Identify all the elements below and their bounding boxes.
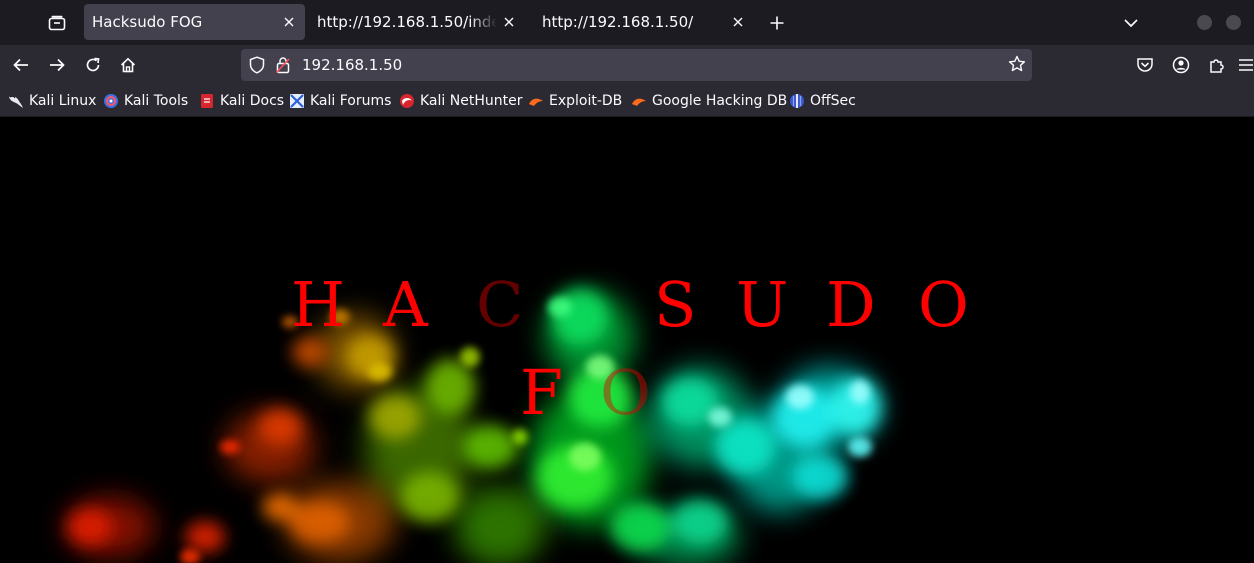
tab-close-button[interactable] (279, 12, 299, 32)
headline-letter: C (476, 268, 524, 341)
reload-button[interactable] (79, 51, 107, 79)
bookmark-label: Exploit-DB (549, 93, 623, 109)
bookmark-kali-linux[interactable]: Kali Linux (8, 91, 96, 111)
tab-close-button[interactable] (499, 12, 519, 32)
shield-icon (249, 56, 265, 74)
account-icon (1172, 56, 1190, 74)
bookmark-label: Kali Linux (29, 93, 97, 109)
firefox-view-button[interactable] (44, 10, 70, 36)
bookmarks-toolbar: Kali Linux Kali Tools Kali Docs Kali For… (0, 86, 1254, 117)
site-info-button[interactable] (276, 56, 290, 74)
list-all-tabs-button[interactable] (1118, 10, 1144, 36)
bookmark-kali-tools[interactable]: Kali Tools (103, 91, 188, 111)
hamburger-menu-icon (1239, 59, 1253, 71)
kali-docs-icon (201, 94, 213, 108)
firefox-view-icon (48, 15, 66, 31)
ghdb-icon (632, 98, 646, 106)
star-icon (1008, 55, 1026, 72)
bookmark-google-hacking-db[interactable]: Google Hacking DB (631, 91, 787, 111)
close-window-button[interactable] (1226, 15, 1241, 30)
home-button[interactable] (114, 51, 142, 79)
tab-title: http://192.168.1.50/ (542, 13, 694, 31)
exploit-db-icon (529, 98, 543, 106)
kali-tools-icon (104, 94, 118, 108)
tab-hacksudo-fog[interactable]: Hacksudo FOG (84, 4, 305, 40)
forward-button[interactable] (43, 51, 71, 79)
bookmark-kali-docs[interactable]: Kali Docs (199, 91, 284, 111)
plus-icon (770, 16, 784, 30)
account-button[interactable] (1167, 51, 1195, 79)
address-bar[interactable]: 192.168.1.50 (241, 49, 1032, 81)
tab-close-button[interactable] (728, 12, 748, 32)
tab-strip: Hacksudo FOG http://192.168.1.50/index1.… (0, 0, 1254, 45)
headline-letter: A (383, 268, 428, 341)
tracking-protection-button[interactable] (249, 56, 265, 74)
url-text: 192.168.1.50 (302, 56, 403, 74)
pocket-button[interactable] (1131, 51, 1159, 79)
headline-letter: F (520, 356, 564, 429)
bookmark-label: OffSec (810, 93, 856, 109)
headline-letter: O (918, 268, 969, 341)
insecure-lock-icon (276, 57, 290, 74)
tab-root[interactable]: http://192.168.1.50/ (534, 4, 754, 40)
headline-letter: D (826, 268, 876, 341)
offsec-icon (790, 94, 804, 108)
extensions-button[interactable] (1203, 51, 1231, 79)
kali-dragon-icon (9, 95, 23, 108)
arrow-left-icon (13, 58, 28, 72)
headline-letter: H (291, 268, 346, 341)
pocket-icon (1137, 58, 1153, 72)
kali-forums-icon (290, 94, 304, 108)
bookmark-label: Google Hacking DB (652, 93, 788, 109)
page-content: H A C K S U D O F O G (0, 117, 1254, 563)
minimize-button[interactable] (1197, 15, 1212, 30)
headline-letter: O (600, 356, 651, 429)
bookmark-label: Kali Docs (220, 93, 285, 109)
bookmark-offsec[interactable]: OffSec (789, 91, 856, 111)
back-button[interactable] (7, 51, 35, 79)
close-icon (504, 17, 514, 27)
tab-title: Hacksudo FOG (92, 13, 203, 31)
tab-title: http://192.168.1.50/index1.html (317, 13, 497, 31)
puzzle-icon (1210, 59, 1224, 73)
bookmark-label: Kali NetHunter (420, 93, 523, 109)
bookmark-kali-forums[interactable]: Kali Forums (289, 91, 391, 111)
close-icon (733, 17, 743, 27)
close-icon (284, 17, 294, 27)
home-icon (120, 57, 136, 73)
bookmark-exploit-db[interactable]: Exploit-DB (528, 91, 622, 111)
arrow-right-icon (50, 58, 65, 72)
bookmark-label: Kali Tools (124, 93, 189, 109)
headline-letter: U (736, 268, 789, 341)
tab-index1[interactable]: http://192.168.1.50/index1.html (309, 4, 525, 40)
bookmark-star-button[interactable] (1008, 55, 1026, 73)
bookmark-kali-nethunter[interactable]: Kali NetHunter (399, 91, 522, 111)
chevron-down-icon (1124, 18, 1138, 27)
headline-letter: S (654, 268, 697, 341)
new-tab-button[interactable] (764, 10, 790, 36)
bookmark-label: Kali Forums (310, 93, 392, 109)
navigation-toolbar: 192.168.1.50 (0, 45, 1254, 86)
reload-icon (86, 57, 100, 72)
app-menu-button[interactable] (1238, 51, 1254, 79)
kali-nethunter-icon (400, 94, 414, 108)
hacksudo-fog-headline: H A C K S U D O F O G (0, 117, 1254, 563)
